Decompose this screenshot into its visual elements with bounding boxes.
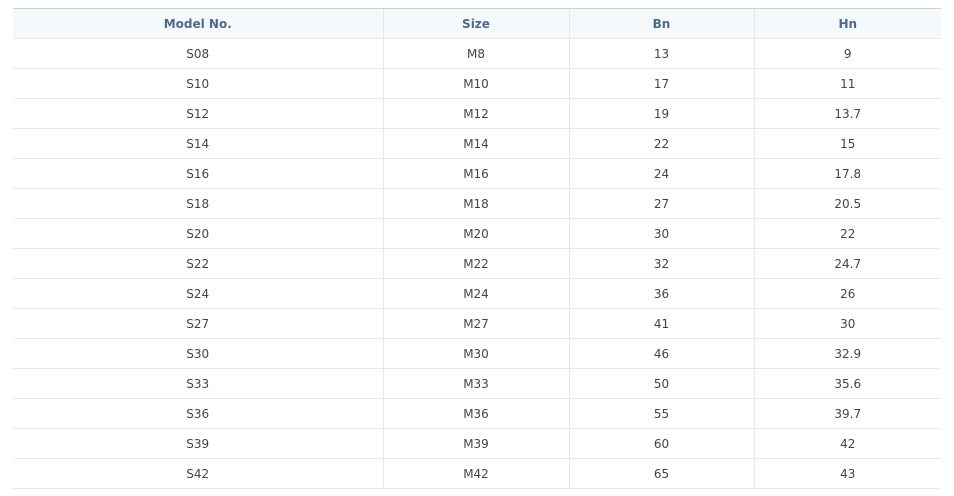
cell-model-no: S16 xyxy=(13,158,383,189)
table-row: S42 M42 65 43 xyxy=(13,458,941,489)
cell-hn: 39.7 xyxy=(753,398,941,429)
cell-bn: 24 xyxy=(568,158,754,189)
header-model-no: Model No. xyxy=(13,8,383,39)
cell-size: M33 xyxy=(382,368,569,399)
cell-hn: 26 xyxy=(753,278,941,309)
cell-size: M39 xyxy=(382,428,569,459)
header-hn: Hn xyxy=(753,8,941,39)
cell-hn: 15 xyxy=(753,128,941,159)
cell-size: M27 xyxy=(382,308,569,339)
table-row: S10 M10 17 11 xyxy=(13,68,941,99)
cell-model-no: S08 xyxy=(13,38,383,69)
cell-model-no: S20 xyxy=(13,218,383,249)
cell-bn: 27 xyxy=(568,188,754,219)
cell-size: M18 xyxy=(382,188,569,219)
cell-hn: 24.7 xyxy=(753,248,941,279)
cell-size: M30 xyxy=(382,338,569,369)
table-row: S27 M27 41 30 xyxy=(13,308,941,339)
table-row: S24 M24 36 26 xyxy=(13,278,941,309)
cell-model-no: S39 xyxy=(13,428,383,459)
cell-hn: 17.8 xyxy=(753,158,941,189)
cell-bn: 22 xyxy=(568,128,754,159)
cell-bn: 19 xyxy=(568,98,754,129)
table-row: S08 M8 13 9 xyxy=(13,38,941,69)
cell-hn: 11 xyxy=(753,68,941,99)
cell-hn: 30 xyxy=(753,308,941,339)
cell-model-no: S10 xyxy=(13,68,383,99)
header-bn: Bn xyxy=(568,8,754,39)
cell-bn: 50 xyxy=(568,368,754,399)
cell-bn: 36 xyxy=(568,278,754,309)
cell-bn: 41 xyxy=(568,308,754,339)
cell-model-no: S42 xyxy=(13,458,383,489)
table-row: S12 M12 19 13.7 xyxy=(13,98,941,129)
table-row: S18 M18 27 20.5 xyxy=(13,188,941,219)
cell-model-no: S18 xyxy=(13,188,383,219)
cell-bn: 65 xyxy=(568,458,754,489)
cell-model-no: S14 xyxy=(13,128,383,159)
table-body: S08 M8 13 9 S10 M10 17 11 S12 M12 19 13.7 S14 M14 22 15… xyxy=(13,38,941,489)
cell-bn: 32 xyxy=(568,248,754,279)
cell-model-no: S24 xyxy=(13,278,383,309)
cell-size: M12 xyxy=(382,98,569,129)
table-row: S14 M14 22 15 xyxy=(13,128,941,159)
cell-hn: 42 xyxy=(753,428,941,459)
cell-size: M8 xyxy=(382,38,569,69)
header-row: Model No. Size Bn Hn xyxy=(13,8,941,39)
cell-bn: 55 xyxy=(568,398,754,429)
cell-model-no: S36 xyxy=(13,398,383,429)
header-size: Size xyxy=(382,8,569,39)
cell-size: M14 xyxy=(382,128,569,159)
table-row: S16 M16 24 17.8 xyxy=(13,158,941,189)
table-header: Model No. Size Bn Hn xyxy=(13,8,941,39)
table-row: S22 M22 32 24.7 xyxy=(13,248,941,279)
table-row: S36 M36 55 39.7 xyxy=(13,398,941,429)
cell-hn: 20.5 xyxy=(753,188,941,219)
table-row: S20 M20 30 22 xyxy=(13,218,941,249)
table-row: S39 M39 60 42 xyxy=(13,428,941,459)
cell-bn: 60 xyxy=(568,428,754,459)
cell-model-no: S33 xyxy=(13,368,383,399)
cell-size: M20 xyxy=(382,218,569,249)
cell-hn: 32.9 xyxy=(753,338,941,369)
cell-size: M10 xyxy=(382,68,569,99)
cell-model-no: S22 xyxy=(13,248,383,279)
cell-size: M16 xyxy=(382,158,569,189)
cell-size: M24 xyxy=(382,278,569,309)
table-row: S33 M33 50 35.6 xyxy=(13,368,941,399)
cell-bn: 46 xyxy=(568,338,754,369)
table-row: S30 M30 46 32.9 xyxy=(13,338,941,369)
cell-bn: 17 xyxy=(568,68,754,99)
cell-size: M36 xyxy=(382,398,569,429)
cell-model-no: S30 xyxy=(13,338,383,369)
cell-model-no: S12 xyxy=(13,98,383,129)
cell-hn: 9 xyxy=(753,38,941,69)
cell-model-no: S27 xyxy=(13,308,383,339)
cell-hn: 22 xyxy=(753,218,941,249)
cell-size: M42 xyxy=(382,458,569,489)
cell-hn: 43 xyxy=(753,458,941,489)
cell-bn: 30 xyxy=(568,218,754,249)
cell-hn: 13.7 xyxy=(753,98,941,129)
spec-table: Model No. Size Bn Hn S08 M8 13 9 S10 M10 17 11 S… xyxy=(13,8,941,489)
cell-hn: 35.6 xyxy=(753,368,941,399)
cell-size: M22 xyxy=(382,248,569,279)
cell-bn: 13 xyxy=(568,38,754,69)
